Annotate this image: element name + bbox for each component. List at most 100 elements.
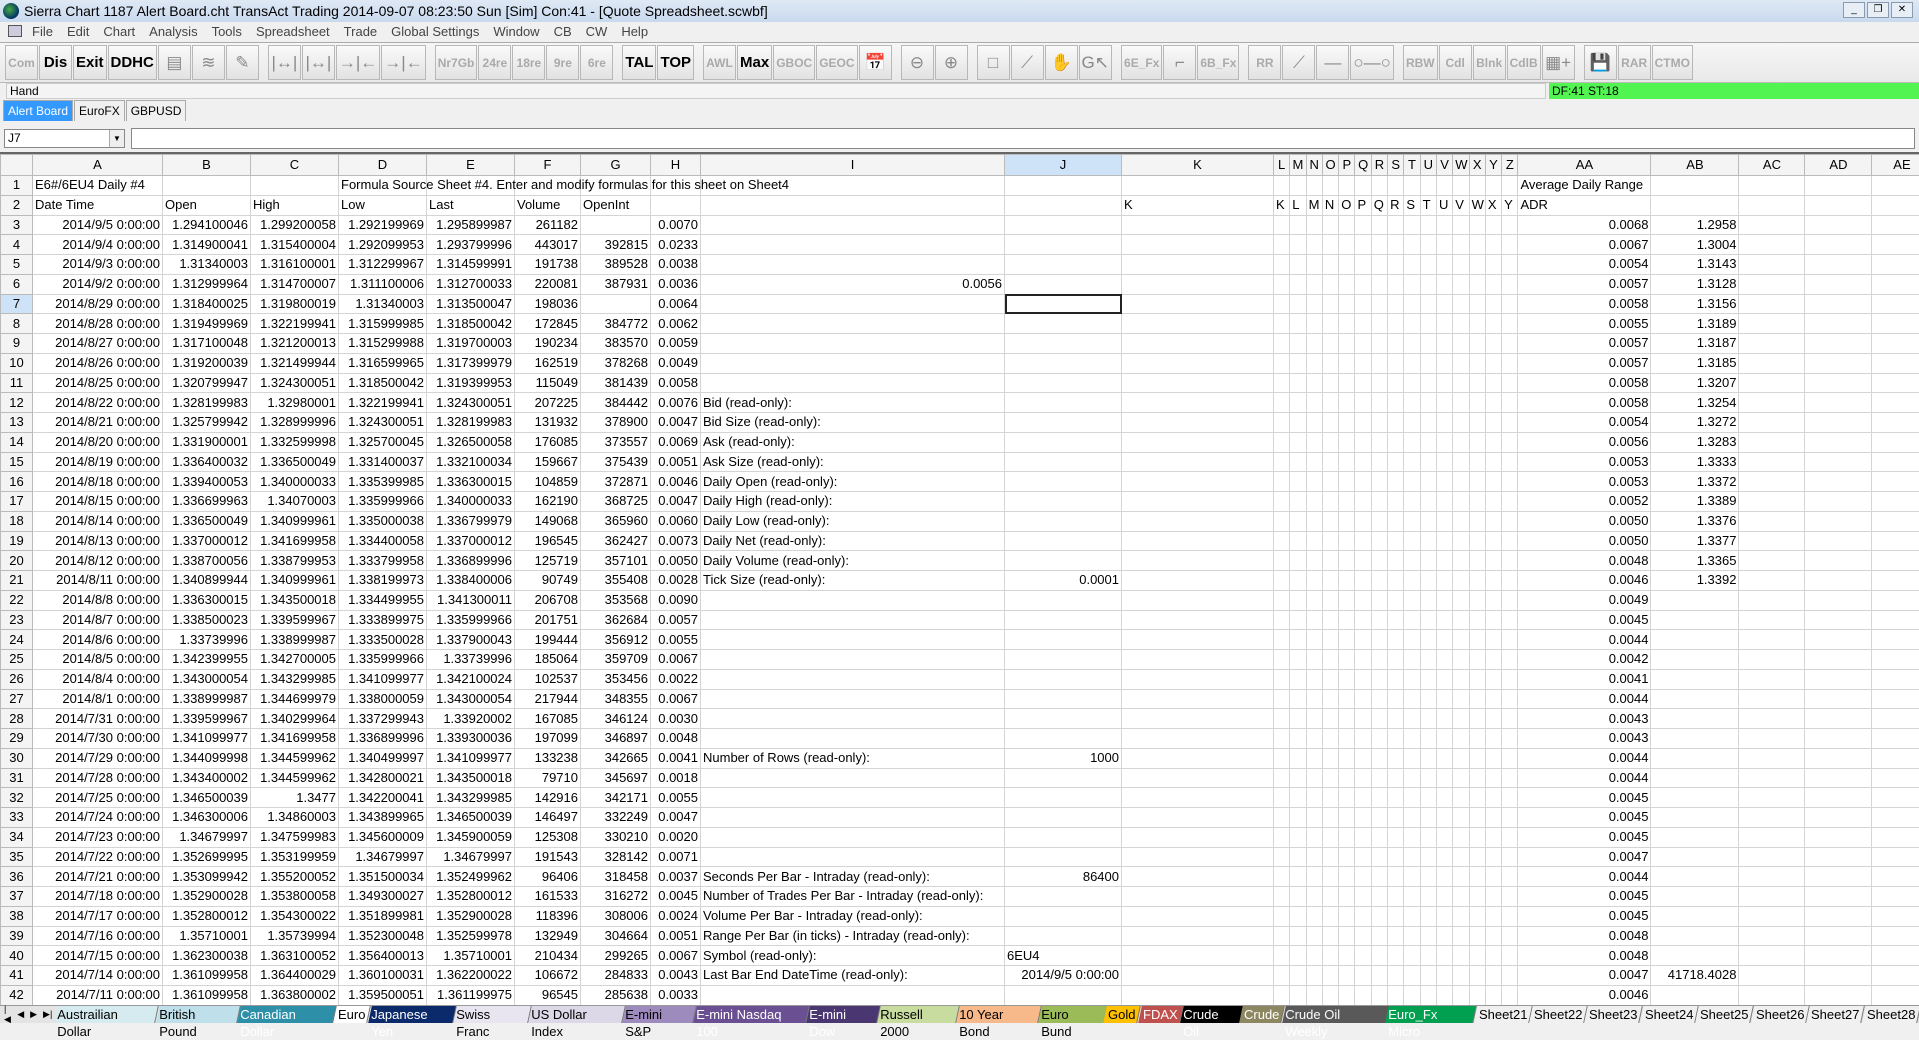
cell-L40[interactable]: [1272, 945, 1291, 966]
cell-AE12[interactable]: [1871, 392, 1919, 413]
menu-cw[interactable]: CW: [580, 24, 616, 39]
cell-D39[interactable]: 1.352300048: [338, 925, 427, 947]
cell-AA11[interactable]: 0.0058: [1517, 372, 1652, 394]
cell-Y17[interactable]: [1484, 491, 1503, 512]
cell-AD9[interactable]: [1804, 333, 1873, 354]
cell-G13[interactable]: 378900: [580, 412, 651, 433]
cell-AC40[interactable]: [1738, 945, 1806, 966]
cell-O14[interactable]: [1321, 431, 1340, 453]
cell-Z7[interactable]: [1501, 293, 1519, 315]
cell-W16[interactable]: [1452, 471, 1470, 492]
cell-A15[interactable]: 2014/8/19 0:00:00: [32, 451, 163, 473]
cell-P23[interactable]: [1338, 609, 1356, 631]
cell-X15[interactable]: [1468, 451, 1486, 473]
cell-V26[interactable]: [1435, 668, 1454, 690]
cell-M35[interactable]: [1289, 846, 1307, 868]
cell-S32[interactable]: [1387, 787, 1405, 808]
cell-C16[interactable]: 1.340000033: [250, 471, 339, 492]
cell-Y10[interactable]: [1484, 352, 1503, 374]
cell-AB36[interactable]: [1650, 866, 1740, 887]
cell-L18[interactable]: [1272, 510, 1291, 532]
cell-AA41[interactable]: 0.0047: [1517, 965, 1652, 986]
cell-S22[interactable]: [1387, 589, 1405, 611]
cell-T22[interactable]: [1403, 589, 1421, 611]
cell-B35[interactable]: 1.352699995: [162, 846, 251, 868]
cell-AD6[interactable]: [1804, 273, 1873, 295]
cell-I8[interactable]: [700, 313, 1005, 334]
cell-K37[interactable]: [1121, 886, 1274, 907]
cell-H17[interactable]: 0.0047: [650, 491, 701, 512]
cell-P40[interactable]: [1338, 945, 1356, 966]
cell-AA37[interactable]: 0.0045: [1517, 886, 1652, 907]
cell-J34[interactable]: [1004, 826, 1122, 848]
cell-W5[interactable]: [1452, 254, 1470, 275]
cell-C35[interactable]: 1.353199959: [250, 846, 339, 868]
cell-A38[interactable]: 2014/7/17 0:00:00: [32, 905, 163, 927]
cell-Q31[interactable]: [1354, 767, 1372, 789]
cell-R16[interactable]: [1370, 471, 1389, 492]
cell-M25[interactable]: [1289, 649, 1307, 670]
cell-M27[interactable]: [1289, 688, 1307, 710]
cell-V36[interactable]: [1435, 866, 1454, 887]
menu-spreadsheet[interactable]: Spreadsheet: [250, 24, 338, 39]
cell-Y11[interactable]: [1484, 372, 1503, 394]
cell-G17[interactable]: 368725: [580, 491, 651, 512]
toolbar-button-gboc[interactable]: GBOC: [773, 45, 816, 80]
cell-H11[interactable]: 0.0058: [650, 372, 701, 394]
toolbar-button-6efx[interactable]: 6E_Fx: [1121, 45, 1163, 80]
cell-N27[interactable]: [1305, 688, 1323, 710]
cell-B11[interactable]: 1.320799947: [162, 372, 251, 394]
cell-Y26[interactable]: [1484, 668, 1503, 690]
cell-Z2[interactable]: Y: [1501, 194, 1519, 216]
cell-V12[interactable]: [1435, 392, 1454, 413]
grid-add-button[interactable]: ▦+: [1541, 45, 1575, 80]
cell-B12[interactable]: 1.328199983: [162, 392, 251, 413]
cell-E4[interactable]: 1.293799996: [426, 234, 515, 255]
column-header-H[interactable]: H: [650, 154, 701, 176]
cell-P35[interactable]: [1338, 846, 1356, 868]
cell-J22[interactable]: [1004, 589, 1122, 611]
cell-A30[interactable]: 2014/7/29 0:00:00: [32, 747, 163, 769]
cell-T4[interactable]: [1403, 234, 1421, 255]
cell-Q9[interactable]: [1354, 333, 1372, 354]
cell-K18[interactable]: [1121, 510, 1274, 532]
cell-AE4[interactable]: [1871, 234, 1919, 255]
cell-Q35[interactable]: [1354, 846, 1372, 868]
cell-S5[interactable]: [1387, 254, 1405, 275]
cell-S9[interactable]: [1387, 333, 1405, 354]
cell-G30[interactable]: 342665: [580, 747, 651, 769]
row-header[interactable]: 39: [0, 925, 33, 947]
calendar-button[interactable]: 📅: [858, 45, 892, 80]
cell-V2[interactable]: U: [1435, 194, 1454, 216]
cell-L30[interactable]: [1272, 747, 1291, 769]
cell-A20[interactable]: 2014/8/12 0:00:00: [32, 550, 163, 571]
cell-E12[interactable]: 1.324300051: [426, 392, 515, 413]
cell-U17[interactable]: [1419, 491, 1437, 512]
sheet-tab-us-dollar-index[interactable]: US Dollar Index: [528, 1006, 626, 1039]
cell-Q19[interactable]: [1354, 530, 1372, 552]
cell-AA9[interactable]: 0.0057: [1517, 333, 1652, 354]
cell-T25[interactable]: [1403, 649, 1421, 670]
cell-E38[interactable]: 1.352900028: [426, 905, 515, 927]
cell-U37[interactable]: [1419, 886, 1437, 907]
cell-A25[interactable]: 2014/8/5 0:00:00: [32, 649, 163, 670]
hand-button[interactable]: ✋: [1044, 45, 1078, 80]
cell-Q36[interactable]: [1354, 866, 1372, 887]
cell-E23[interactable]: 1.335999966: [426, 609, 515, 631]
cell-K30[interactable]: [1121, 747, 1274, 769]
cell-AD18[interactable]: [1804, 510, 1873, 532]
cell-K21[interactable]: [1121, 570, 1274, 591]
cell-W7[interactable]: [1452, 293, 1470, 315]
cell-M38[interactable]: [1289, 905, 1307, 927]
cell-T24[interactable]: [1403, 629, 1421, 650]
cell-H39[interactable]: 0.0051: [650, 925, 701, 947]
cell-J32[interactable]: [1004, 787, 1122, 808]
cell-N17[interactable]: [1305, 491, 1323, 512]
sheet-tab-10-year-bond[interactable]: 10 Year Bond: [955, 1006, 1042, 1039]
row-header[interactable]: 38: [0, 905, 33, 927]
cell-AA28[interactable]: 0.0043: [1517, 708, 1652, 729]
cell-P29[interactable]: [1338, 728, 1356, 749]
cell-X20[interactable]: [1468, 550, 1486, 571]
cell-D28[interactable]: 1.337299943: [338, 708, 427, 729]
sheet-tab-russell-2000[interactable]: Russell 2000: [876, 1006, 960, 1039]
